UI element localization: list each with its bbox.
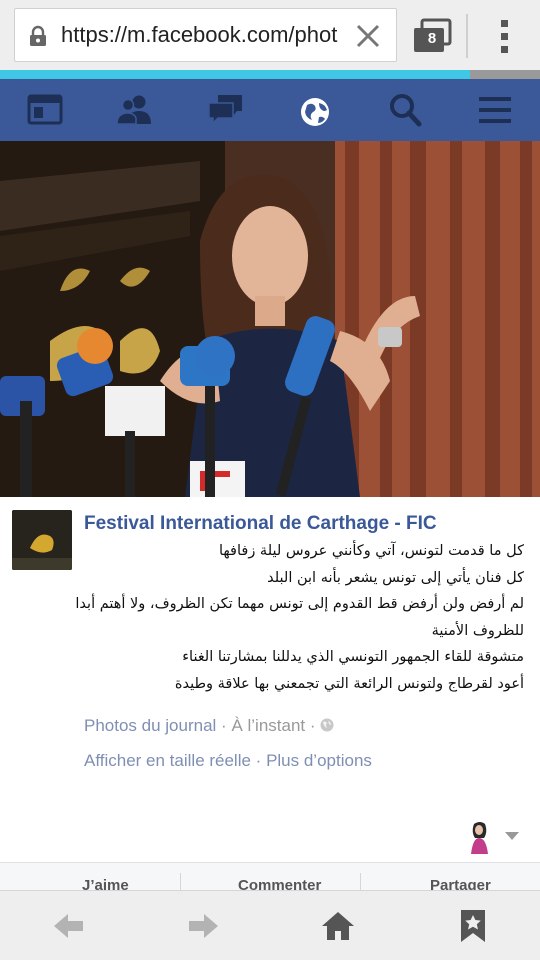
action-divider [180, 873, 181, 890]
notifications-globe-icon[interactable] [295, 91, 335, 129]
comment-button[interactable]: Commenter [208, 877, 321, 890]
feed-icon[interactable] [25, 91, 65, 129]
post-text: كل ما قدمت لتونس، آتي وكأنني عروس ليلة ز… [75, 538, 524, 697]
press-conference-image [0, 141, 540, 497]
more-options-link[interactable]: Plus d’options [266, 751, 372, 770]
tab-count: 8 [427, 30, 437, 47]
page-name-link[interactable]: Festival International de Carthage - FIC [84, 513, 437, 535]
post-line: للظروف الأمنية [431, 622, 524, 639]
share-label: Partager [430, 877, 491, 890]
like-label: J’aime [82, 877, 129, 890]
post-line: متشوقة للقاء الجمهور التونسي الذي يدللنا… [182, 649, 524, 665]
post-timestamp[interactable]: À l’instant [231, 716, 305, 735]
url-text[interactable]: https://m.facebook.com/phot [61, 22, 351, 48]
menu-icon[interactable] [475, 91, 515, 129]
lock-icon [30, 25, 46, 46]
messages-icon[interactable] [206, 91, 246, 129]
post-line: كل ما قدمت لتونس، آتي وكأنني عروس ليلة ز… [218, 543, 524, 559]
view-full-size-link[interactable]: Afficher en taille réelle [84, 751, 251, 770]
share-button[interactable]: Partager [404, 877, 491, 890]
post-line: كل فنان يأتي إلى تونس يشعر بأنه ابن البل… [267, 569, 524, 586]
post-line: لم أرفض ولن أرفض قط القدوم إلى تونس مهما… [75, 596, 524, 612]
meta-separator: · [216, 716, 232, 735]
page-avatar[interactable] [12, 510, 72, 570]
photo-options: Afficher en taille réelle · Plus d’optio… [84, 751, 372, 771]
friends-icon[interactable] [114, 91, 154, 129]
address-bar[interactable]: https://m.facebook.com/phot [14, 8, 397, 62]
search-icon[interactable] [385, 91, 425, 129]
like-button[interactable]: J’aime [56, 877, 129, 890]
overflow-menu-icon[interactable] [496, 16, 512, 56]
browser-toolbar: https://m.facebook.com/phot 8 [0, 0, 540, 70]
bookmark-icon[interactable] [455, 909, 491, 943]
meta-separator: · [250, 751, 267, 770]
browser-bottom-toolbar [0, 890, 540, 960]
post-meta: Photos du journal · À l’instant · [84, 716, 334, 736]
album-link[interactable]: Photos du journal [84, 716, 216, 735]
post-action-bar: J’aime Commenter Partager [0, 862, 540, 890]
post-photo[interactable] [0, 141, 540, 497]
page-load-progress [0, 70, 540, 79]
action-divider [360, 873, 361, 890]
public-globe-icon [320, 718, 334, 732]
meta-separator: · [305, 716, 321, 735]
post-options-caret-icon[interactable] [505, 832, 519, 840]
user-avatar[interactable] [466, 820, 492, 854]
facebook-nav-bar: 1 [0, 79, 540, 185]
toolbar-divider [466, 14, 468, 58]
progress-fill [0, 70, 470, 79]
home-icon[interactable] [320, 909, 356, 943]
comment-label: Commenter [238, 877, 322, 890]
back-icon[interactable] [50, 909, 86, 943]
forward-icon[interactable] [186, 909, 222, 943]
clear-url-icon[interactable] [354, 22, 382, 50]
post-line: أعود لقرطاج ولتونس الرائعة التي تجمعني ب… [174, 675, 524, 692]
